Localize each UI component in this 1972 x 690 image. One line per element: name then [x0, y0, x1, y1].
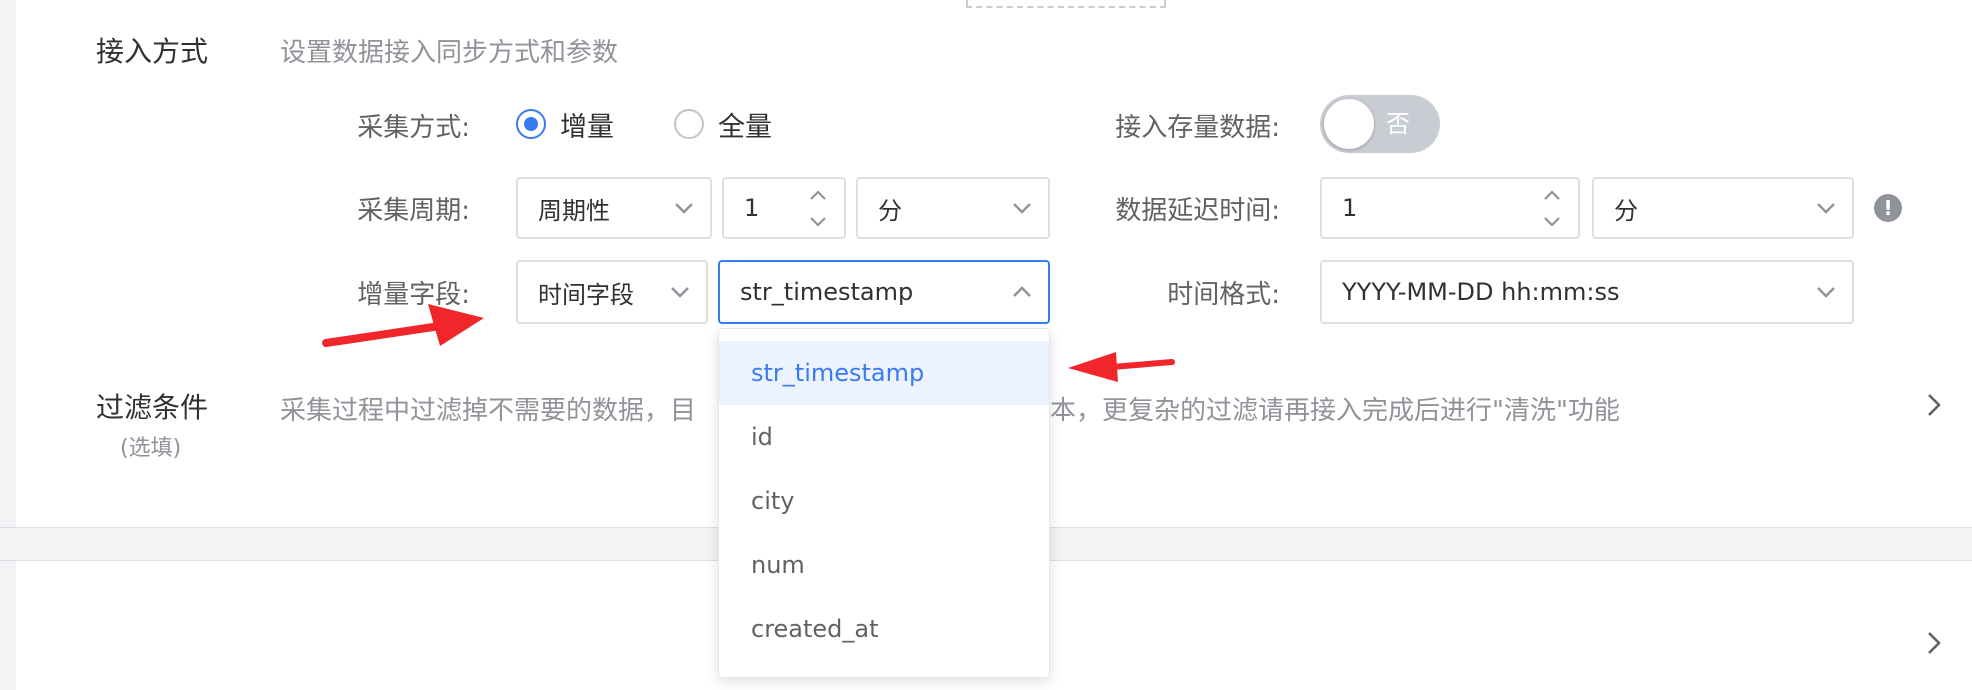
annotation-arrow-icon — [1068, 352, 1175, 382]
annotation-overlay — [322, 304, 1175, 382]
annotation-arrow-icon — [322, 304, 484, 347]
